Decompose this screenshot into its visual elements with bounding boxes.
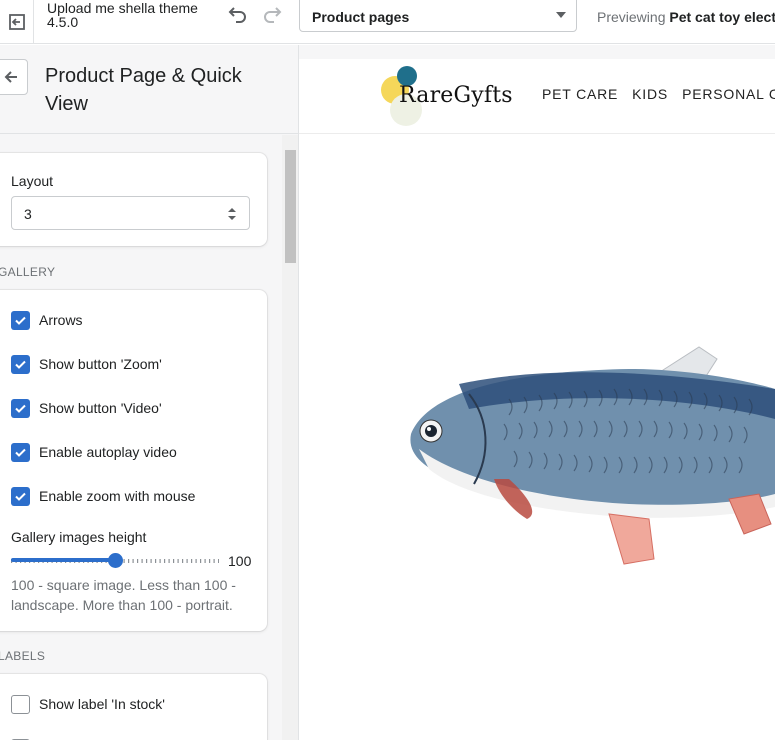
gallery-height-value: 100 xyxy=(228,553,252,569)
redo-button[interactable] xyxy=(260,3,286,29)
checkbox-in-stock[interactable] xyxy=(11,694,30,714)
previewing-prefix: Previewing xyxy=(597,9,666,25)
checkbox-show-video[interactable] xyxy=(11,398,30,418)
sidebar-scrollbar-thumb[interactable] xyxy=(285,150,296,263)
undo-button[interactable] xyxy=(224,3,250,29)
nav-item-pet-care[interactable]: PET CARE xyxy=(542,86,618,102)
checkbox-label: Show button 'Video' xyxy=(39,400,162,416)
exit-icon xyxy=(8,14,25,30)
back-button[interactable] xyxy=(0,59,28,95)
checkbox-show-zoom[interactable] xyxy=(11,354,30,374)
labels-heading: LABELS xyxy=(0,649,46,663)
checkmark-icon xyxy=(15,404,26,413)
page-type-value: Product pages xyxy=(312,9,410,25)
checkmark-icon xyxy=(15,492,26,501)
checkbox-row-zoom[interactable]: Show button 'Zoom' xyxy=(11,354,162,374)
chevron-down-icon xyxy=(556,12,566,18)
checkbox-arrows[interactable] xyxy=(11,310,30,330)
section-title: Product Page & Quick View xyxy=(45,65,242,115)
select-arrows-icon xyxy=(228,208,236,220)
previewing-product[interactable]: Pet cat toy electr xyxy=(669,9,775,25)
checkmark-icon xyxy=(15,316,26,325)
slider-thumb[interactable] xyxy=(107,553,123,568)
checkbox-label: Show button 'Zoom' xyxy=(39,356,162,372)
page-type-select[interactable]: Product pages xyxy=(299,0,577,32)
checkbox-row-video[interactable]: Show button 'Video' xyxy=(11,398,162,418)
checkmark-icon xyxy=(15,448,26,457)
nav-item-personal-care[interactable]: PERSONAL CAR xyxy=(682,86,775,102)
checkbox-label: Enable zoom with mouse xyxy=(39,488,196,504)
store-nav: PET CARE KIDS PERSONAL CAR xyxy=(542,86,775,102)
editor-topbar: Upload me shella theme 4.5.0 Product pag… xyxy=(0,0,775,44)
theme-preview: RareGyfts PET CARE KIDS PERSONAL CAR xyxy=(299,45,775,740)
checkbox-autoplay[interactable] xyxy=(11,442,30,462)
settings-sidebar: Product Page & Quick View Layout 3 GALLE… xyxy=(0,45,299,740)
gallery-heading: GALLERY xyxy=(0,265,56,279)
checkbox-label: Arrows xyxy=(39,312,83,328)
checkbox-row-arrows[interactable]: Arrows xyxy=(11,310,83,330)
redo-icon xyxy=(264,7,282,23)
layout-select-value: 3 xyxy=(24,206,32,222)
gallery-height-label: Gallery images height xyxy=(11,529,147,545)
gallery-height-help: 100 - square image. Less than 100 - land… xyxy=(11,577,236,613)
store-header: RareGyfts PET CARE KIDS PERSONAL CAR xyxy=(299,59,775,134)
slider-fill xyxy=(11,558,115,562)
checkbox-row-zoom-mouse[interactable]: Enable zoom with mouse xyxy=(11,486,195,506)
checkbox-label: Enable autoplay video xyxy=(39,444,177,460)
storefront-frame: RareGyfts PET CARE KIDS PERSONAL CAR xyxy=(299,59,775,740)
store-logo[interactable]: RareGyfts xyxy=(377,66,527,126)
checkbox-row-in-stock[interactable]: Show label 'In stock' xyxy=(11,694,165,714)
checkbox-zoom-mouse[interactable] xyxy=(11,486,30,506)
undo-icon xyxy=(228,7,246,23)
sidebar-header: Product Page & Quick View xyxy=(0,45,298,134)
nav-item-kids[interactable]: KIDS xyxy=(632,86,668,102)
previewing-label: Previewing Pet cat toy electr xyxy=(597,9,775,25)
checkbox-row-autoplay[interactable]: Enable autoplay video xyxy=(11,442,177,462)
checkmark-icon xyxy=(15,360,26,369)
exit-button[interactable] xyxy=(0,0,34,44)
logo-text: RareGyfts xyxy=(399,83,513,108)
theme-name: Upload me shella theme 4.5.0 xyxy=(47,0,198,30)
product-image[interactable] xyxy=(399,329,775,569)
layout-select[interactable]: 3 xyxy=(11,196,250,230)
checkbox-label: Show label 'In stock' xyxy=(39,696,165,712)
layout-label: Layout xyxy=(11,173,54,189)
arrow-left-icon xyxy=(4,71,17,83)
